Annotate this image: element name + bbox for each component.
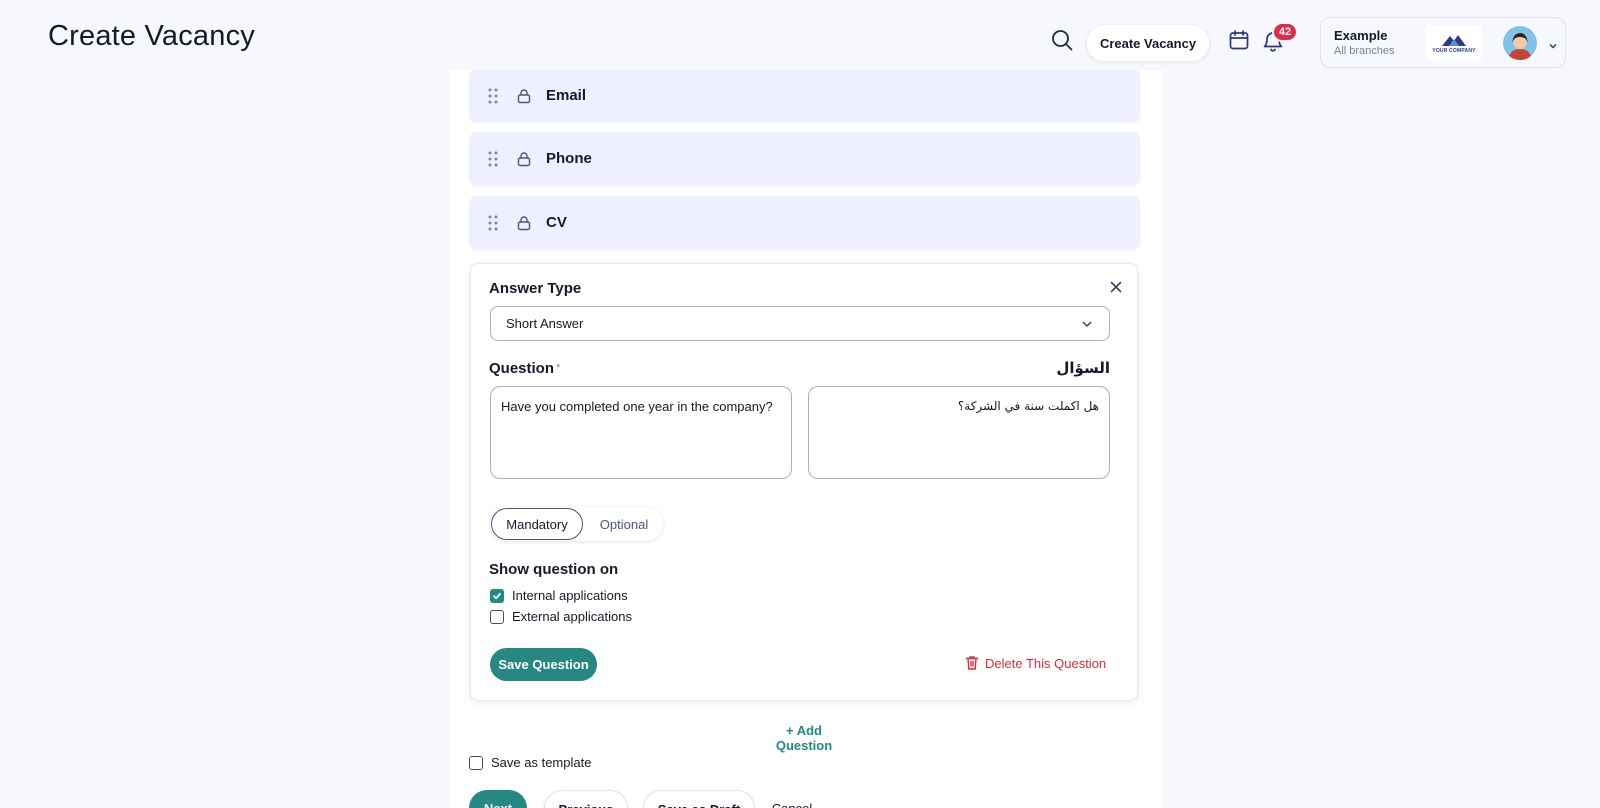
lock-icon — [517, 151, 531, 166]
mandatory-toggle: Mandatory Optional — [490, 507, 663, 541]
question-english-input[interactable]: Have you completed one year in the compa… — [490, 386, 792, 479]
checkbox[interactable] — [490, 588, 504, 603]
company-logo: YOUR COMPANY — [1426, 25, 1482, 61]
save-question-button[interactable]: Save Question — [490, 648, 597, 681]
internal-applications-checkbox[interactable]: Internal applications — [490, 588, 628, 603]
save-as-draft-button[interactable]: Save as Draft — [643, 790, 755, 808]
checkbox-label: Internal applications — [512, 588, 628, 603]
field-label: CV — [546, 214, 567, 231]
mandatory-option[interactable]: Mandatory — [491, 508, 583, 540]
add-question-button[interactable]: + Add Question — [758, 723, 850, 753]
delete-question-label: Delete This Question — [985, 655, 1107, 671]
checkbox-label: External applications — [512, 609, 632, 624]
drag-handle-icon[interactable] — [488, 88, 498, 104]
lock-icon — [517, 215, 531, 230]
field-label: Phone — [546, 150, 592, 167]
save-as-template-checkbox[interactable]: Save as template — [469, 755, 591, 770]
required-mark: * — [556, 362, 561, 374]
question-arabic-input[interactable]: هل اكملت سنة في الشركة؟ — [808, 386, 1110, 479]
checkbox[interactable] — [490, 609, 504, 624]
answer-type-select[interactable]: Short Answer — [490, 306, 1110, 341]
drag-handle-icon[interactable] — [488, 151, 498, 167]
field-row-phone[interactable]: Phone — [469, 132, 1140, 185]
answer-type-value: Short Answer — [506, 316, 584, 331]
lock-icon — [517, 88, 531, 103]
chevron-down-icon — [1548, 38, 1558, 49]
checkbox[interactable] — [469, 755, 483, 770]
drag-handle-icon[interactable] — [488, 215, 498, 231]
close-icon[interactable] — [1108, 279, 1124, 295]
cancel-button[interactable]: Cancel — [766, 790, 818, 808]
calendar-icon[interactable] — [1228, 29, 1250, 51]
trash-icon — [965, 656, 979, 670]
account-scope: All branches — [1334, 45, 1395, 57]
question-label-arabic: السؤال — [1056, 359, 1110, 377]
avatar — [1503, 26, 1537, 60]
external-applications-checkbox[interactable]: External applications — [490, 609, 632, 624]
question-label: Question — [489, 360, 555, 377]
notification-badge: 42 — [1272, 22, 1298, 42]
top-bar: Create Vacancy Create Vacancy 42 Example… — [0, 0, 1600, 70]
search-icon[interactable] — [1050, 28, 1074, 52]
field-row-cv[interactable]: CV — [469, 196, 1140, 249]
answer-type-label: Answer Type — [489, 280, 582, 297]
field-label: Email — [546, 87, 587, 104]
previous-button[interactable]: Previous — [544, 790, 628, 808]
delete-question-button[interactable]: Delete This Question — [965, 655, 1106, 671]
create-vacancy-button[interactable]: Create Vacancy — [1086, 24, 1210, 62]
page-title: Create Vacancy — [48, 20, 255, 52]
chevron-down-icon — [1082, 321, 1092, 328]
logo-text: YOUR COMPANY — [1432, 47, 1476, 54]
next-button[interactable]: Next — [469, 790, 527, 808]
optional-option[interactable]: Optional — [586, 508, 662, 540]
account-name: Example — [1334, 28, 1388, 43]
account-switcher[interactable]: Example All branches YOUR COMPANY — [1320, 17, 1566, 68]
field-row-email[interactable]: Email — [469, 69, 1140, 122]
checkbox-label: Save as template — [491, 755, 592, 770]
checkmark-icon — [493, 592, 501, 599]
show-question-on-label: Show question on — [489, 561, 619, 578]
